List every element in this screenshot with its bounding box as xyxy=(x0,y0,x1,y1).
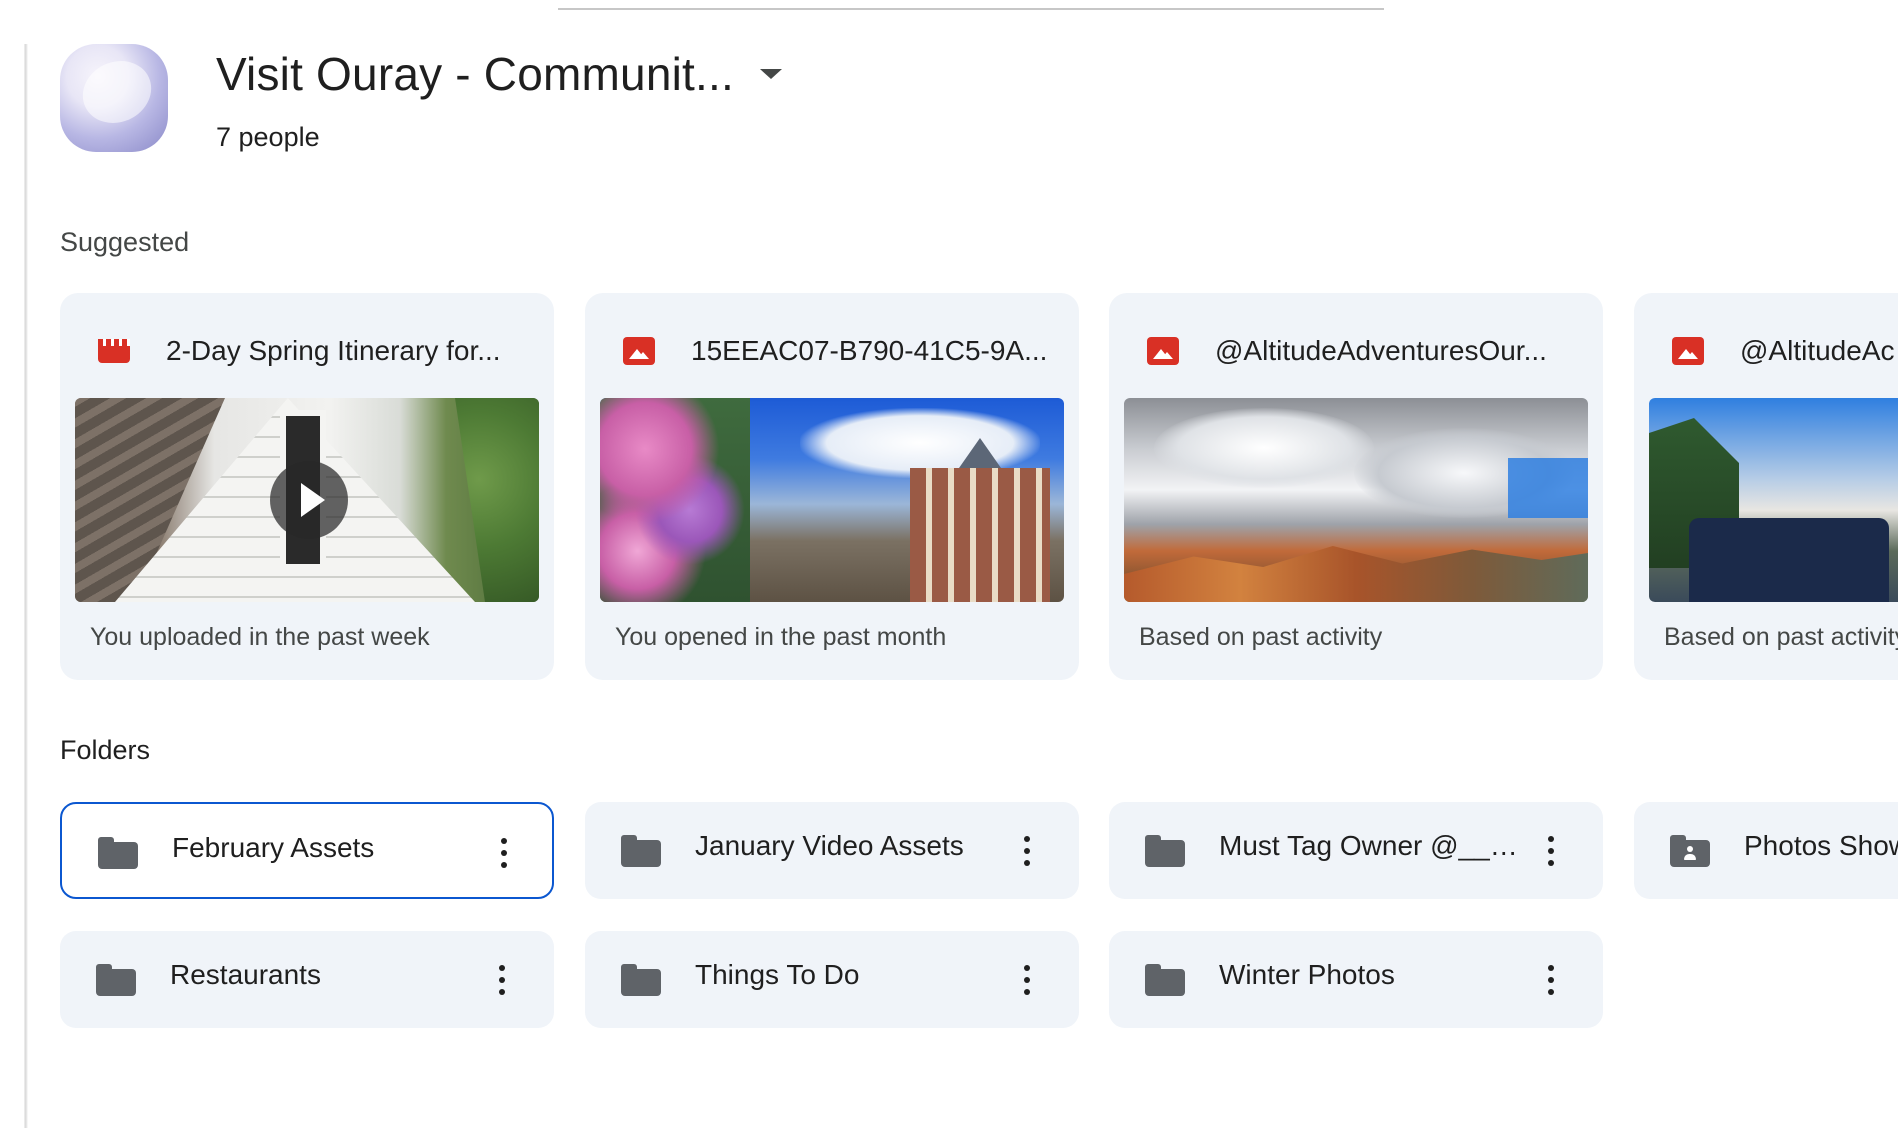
folder-icon xyxy=(1145,964,1185,996)
folder-icon xyxy=(621,835,661,867)
folders-heading: Folders xyxy=(60,735,151,765)
suggested-card[interactable]: 15EEAC07-B790-41C5-9A... You opened in t… xyxy=(585,293,1079,680)
suggested-card[interactable]: @AltitudeAc Based on past activity xyxy=(1634,293,1898,680)
folder-icon xyxy=(98,837,138,869)
card-title: @AltitudeAdventuresOur... xyxy=(1215,335,1547,366)
left-panel-edge xyxy=(0,44,28,1128)
play-icon[interactable] xyxy=(270,461,348,539)
card-title: 2-Day Spring Itinerary for... xyxy=(166,335,501,366)
image-thumbnail[interactable] xyxy=(1124,398,1588,602)
more-options-icon[interactable] xyxy=(1539,833,1563,869)
image-thumbnail[interactable] xyxy=(600,398,1064,602)
drive-header: Visit Ouray - Communit... 7 people xyxy=(60,44,782,154)
image-thumbnail[interactable] xyxy=(1649,398,1898,602)
title-block: Visit Ouray - Communit... 7 people xyxy=(216,44,782,153)
image-file-icon xyxy=(623,337,655,365)
card-reason: Based on past activity xyxy=(1139,623,1383,651)
folder-name: Must Tag Owner @___... xyxy=(1219,830,1519,861)
folder-item[interactable]: Winter Photos xyxy=(1109,931,1603,1028)
title-row[interactable]: Visit Ouray - Communit... xyxy=(216,46,782,102)
video-thumbnail[interactable] xyxy=(75,398,539,602)
folder-item[interactable]: February Assets xyxy=(60,802,554,899)
card-reason: You opened in the past month xyxy=(615,623,947,651)
folder-item[interactable]: January Video Assets xyxy=(585,802,1079,899)
folder-name: Winter Photos xyxy=(1219,959,1395,990)
drive-avatar[interactable] xyxy=(60,44,168,152)
folder-icon xyxy=(621,964,661,996)
more-options-icon[interactable] xyxy=(1539,962,1563,998)
folder-name: Things To Do xyxy=(695,959,860,990)
card-title: @AltitudeAc xyxy=(1740,335,1895,366)
folder-item[interactable]: Must Tag Owner @___... xyxy=(1109,802,1603,899)
card-reason: You uploaded in the past week xyxy=(90,623,430,651)
shared-drive-view: Visit Ouray - Communit... 7 people Sugge… xyxy=(0,0,1898,1128)
card-header: 15EEAC07-B790-41C5-9A... xyxy=(623,331,1059,371)
folder-item[interactable]: Restaurants xyxy=(60,931,554,1028)
suggested-heading: Suggested xyxy=(60,227,190,257)
suggested-card[interactable]: @AltitudeAdventuresOur... Based on past … xyxy=(1109,293,1603,680)
card-title: 15EEAC07-B790-41C5-9A... xyxy=(691,335,1048,366)
more-options-icon[interactable] xyxy=(492,835,516,871)
members-count[interactable]: 7 people xyxy=(216,122,782,153)
card-header: 2-Day Spring Itinerary for... xyxy=(98,331,534,371)
image-file-icon xyxy=(1147,337,1179,365)
more-options-icon[interactable] xyxy=(1015,962,1039,998)
folder-name: Restaurants xyxy=(170,959,321,990)
folder-name: Photos Show xyxy=(1744,830,1898,861)
dropdown-caret-icon[interactable] xyxy=(759,69,782,79)
more-options-icon[interactable] xyxy=(490,962,514,998)
folder-name: February Assets xyxy=(172,832,375,863)
card-header: @AltitudeAc xyxy=(1672,331,1898,371)
folder-icon xyxy=(96,964,136,996)
suggested-card[interactable]: 2-Day Spring Itinerary for... You upload… xyxy=(60,293,554,680)
image-file-icon xyxy=(1672,337,1704,365)
shared-folder-icon xyxy=(1670,835,1710,867)
card-header: @AltitudeAdventuresOur... xyxy=(1147,331,1583,371)
folder-item[interactable]: Photos Show xyxy=(1634,802,1898,899)
folder-item[interactable]: Things To Do xyxy=(585,931,1079,1028)
card-reason: Based on past activity xyxy=(1664,623,1898,651)
top-divider xyxy=(558,8,1384,10)
folder-name: January Video Assets xyxy=(695,830,964,861)
folder-icon xyxy=(1145,835,1185,867)
more-options-icon[interactable] xyxy=(1015,833,1039,869)
drive-title[interactable]: Visit Ouray - Communit... xyxy=(216,47,734,101)
video-file-icon xyxy=(98,339,130,363)
